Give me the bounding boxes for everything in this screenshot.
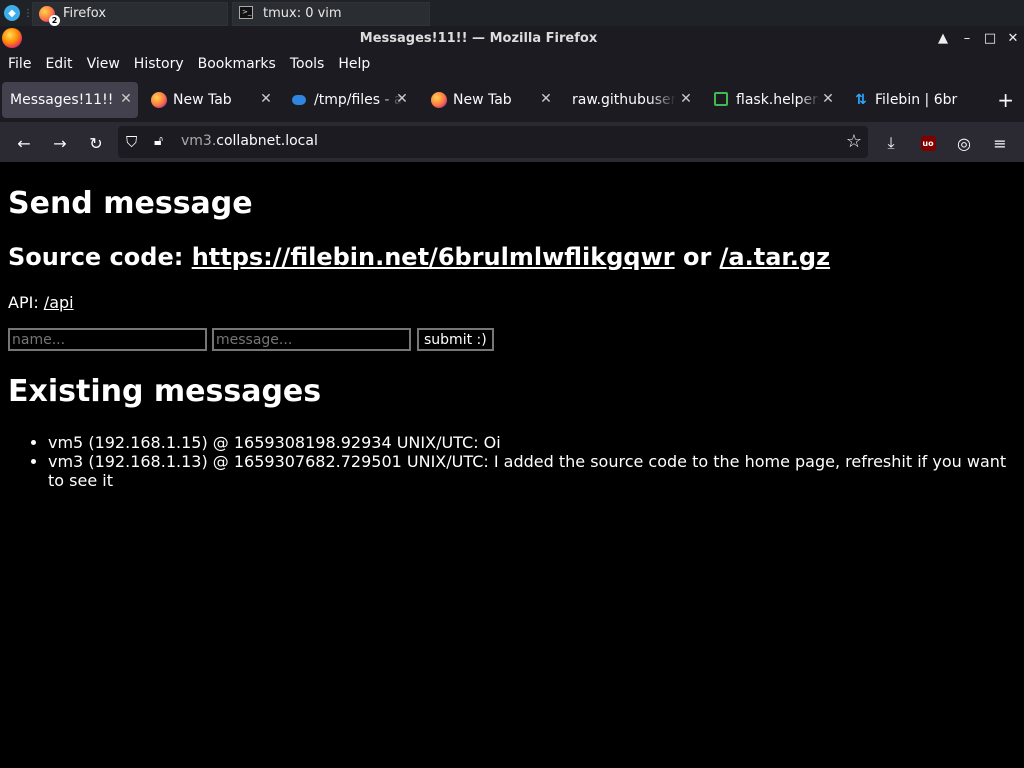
firefox-icon — [431, 92, 447, 108]
taskbar-task-label: Firefox — [63, 6, 107, 21]
message-form: submit :) — [8, 328, 494, 351]
tab-flask-helpers[interactable]: flask.helpers ✕ — [704, 82, 840, 118]
ublock-origin-icon[interactable]: uo — [918, 133, 938, 153]
tracking-protection-shield-icon[interactable]: ⛉ — [126, 133, 137, 151]
menubar: File Edit View History Bookmarks Tools H… — [0, 50, 1024, 78]
new-tab-button[interactable]: + — [997, 88, 1014, 112]
window-count-badge: 2 — [49, 14, 60, 26]
submit-button[interactable]: submit :) — [417, 328, 494, 351]
menu-view[interactable]: View — [87, 56, 120, 72]
taskbar-task-tmux[interactable]: >_ tmux: 0 vim — [232, 1, 430, 26]
download-icon[interactable]: ⤓ — [881, 133, 901, 153]
window-titlebar: Messages!11!! — Mozilla Firefox ▲ – □ ✕ — [0, 26, 1024, 50]
firefox-icon — [151, 92, 167, 108]
tab-raw-githubusercontent[interactable]: raw.githubuserc ✕ — [562, 82, 698, 118]
cloud-icon — [292, 92, 308, 108]
tab-label: Filebin | 6br — [875, 92, 958, 108]
api-link[interactable]: /api — [44, 293, 74, 312]
app-launcher[interactable]: ◆ — [0, 0, 24, 26]
close-tab-icon[interactable]: ✕ — [394, 91, 410, 107]
bookmark-star-icon[interactable]: ☆ — [846, 131, 862, 152]
reload-icon[interactable]: ↻ — [86, 133, 106, 153]
close-tab-icon[interactable]: ✕ — [678, 91, 694, 107]
list-item: vm3 (192.168.1.13) @ 1659307682.729501 U… — [48, 452, 1016, 490]
name-input[interactable] — [8, 328, 207, 351]
forward-arrow-icon[interactable]: → — [50, 133, 70, 153]
maximize-button[interactable]: □ — [981, 29, 999, 47]
taskbar-handle-icon: ⋮ — [23, 7, 33, 19]
back-arrow-icon[interactable]: ← — [14, 133, 34, 153]
transfer-icon: ⇅ — [855, 92, 867, 108]
navigation-toolbar: ← → ↻ ⛉ 🔓︎ vm3.collabnet.local ☆ ⤓ uo ◎ … — [0, 122, 1024, 162]
tab-messages[interactable]: Messages!11!! ✕ — [2, 82, 138, 118]
minimize-button[interactable]: – — [958, 29, 976, 47]
taskbar-task-firefox[interactable]: 2 Firefox — [32, 1, 228, 26]
menu-edit[interactable]: Edit — [45, 56, 72, 72]
message-input[interactable] — [212, 328, 411, 351]
tab-label: /tmp/files - a — [314, 92, 402, 108]
tarball-link[interactable]: /a.tar.gz — [720, 243, 830, 271]
list-item: vm5 (192.168.1.15) @ 1659308198.92934 UN… — [48, 433, 1016, 452]
menu-file[interactable]: File — [8, 56, 31, 72]
window-title: Messages!11!! — Mozilla Firefox — [359, 30, 598, 46]
keep-above-button[interactable]: ▲ — [934, 29, 952, 47]
code-icon — [714, 92, 730, 108]
close-tab-icon[interactable]: ✕ — [538, 91, 554, 107]
page-content: Send message Source code: https://filebi… — [0, 162, 1024, 768]
tab-label: raw.githubuserc — [572, 92, 676, 108]
tab-new-tab-2[interactable]: New Tab ✕ — [422, 82, 558, 118]
url-domain: collabnet.local — [216, 133, 318, 149]
close-tab-icon[interactable]: ✕ — [820, 91, 836, 107]
existing-messages-heading: Existing messages — [8, 374, 322, 409]
tab-label: flask.helpers — [736, 92, 820, 108]
source-code-label: Source code: — [8, 243, 192, 271]
hamburger-menu-icon[interactable]: ≡ — [990, 133, 1010, 153]
tab-label: New Tab — [453, 92, 512, 108]
close-window-button[interactable]: ✕ — [1004, 29, 1022, 47]
lock-icon[interactable]: 🔓︎ — [154, 133, 163, 149]
launcher-icon: ◆ — [4, 5, 20, 21]
url-prefix: vm3. — [181, 133, 217, 149]
close-tab-icon[interactable]: ✕ — [118, 91, 134, 107]
filebin-link[interactable]: https://filebin.net/6brulmlwflikgqwr — [192, 243, 675, 271]
page-title: Send message — [8, 186, 253, 221]
taskbar-task-label: tmux: 0 vim — [263, 6, 342, 21]
menu-history[interactable]: History — [134, 56, 184, 72]
tab-label: Messages!11!! — [10, 92, 114, 108]
menu-bookmarks[interactable]: Bookmarks — [198, 56, 276, 72]
message-list: vm5 (192.168.1.15) @ 1659308198.92934 UN… — [48, 433, 1016, 490]
menu-tools[interactable]: Tools — [290, 56, 325, 72]
tab-filebin[interactable]: ⇅ Filebin | 6br — [844, 82, 980, 118]
api-label: API: — [8, 293, 44, 312]
api-line: API: /api — [8, 293, 74, 312]
url-text: vm3.collabnet.local — [181, 133, 318, 149]
terminal-icon: >_ — [239, 5, 255, 22]
tab-strip: Messages!11!! ✕ New Tab ✕ /tmp/files - a… — [0, 78, 1024, 122]
source-or-text: or — [674, 243, 720, 271]
tab-label: New Tab — [173, 92, 232, 108]
address-bar[interactable]: ⛉ 🔓︎ vm3.collabnet.local ☆ — [118, 126, 868, 158]
taskbar: ◆ ⋮ 2 Firefox >_ tmux: 0 vim — [0, 0, 1024, 26]
menu-help[interactable]: Help — [338, 56, 370, 72]
source-code-heading: Source code: https://filebin.net/6brulml… — [8, 243, 830, 271]
tab-tmp-files[interactable]: /tmp/files - a ✕ — [282, 82, 414, 118]
private-mask-icon[interactable]: ◎ — [954, 133, 974, 153]
tab-new-tab-1[interactable]: New Tab ✕ — [142, 82, 278, 118]
close-tab-icon[interactable]: ✕ — [258, 91, 274, 107]
firefox-icon: 2 — [39, 5, 60, 26]
